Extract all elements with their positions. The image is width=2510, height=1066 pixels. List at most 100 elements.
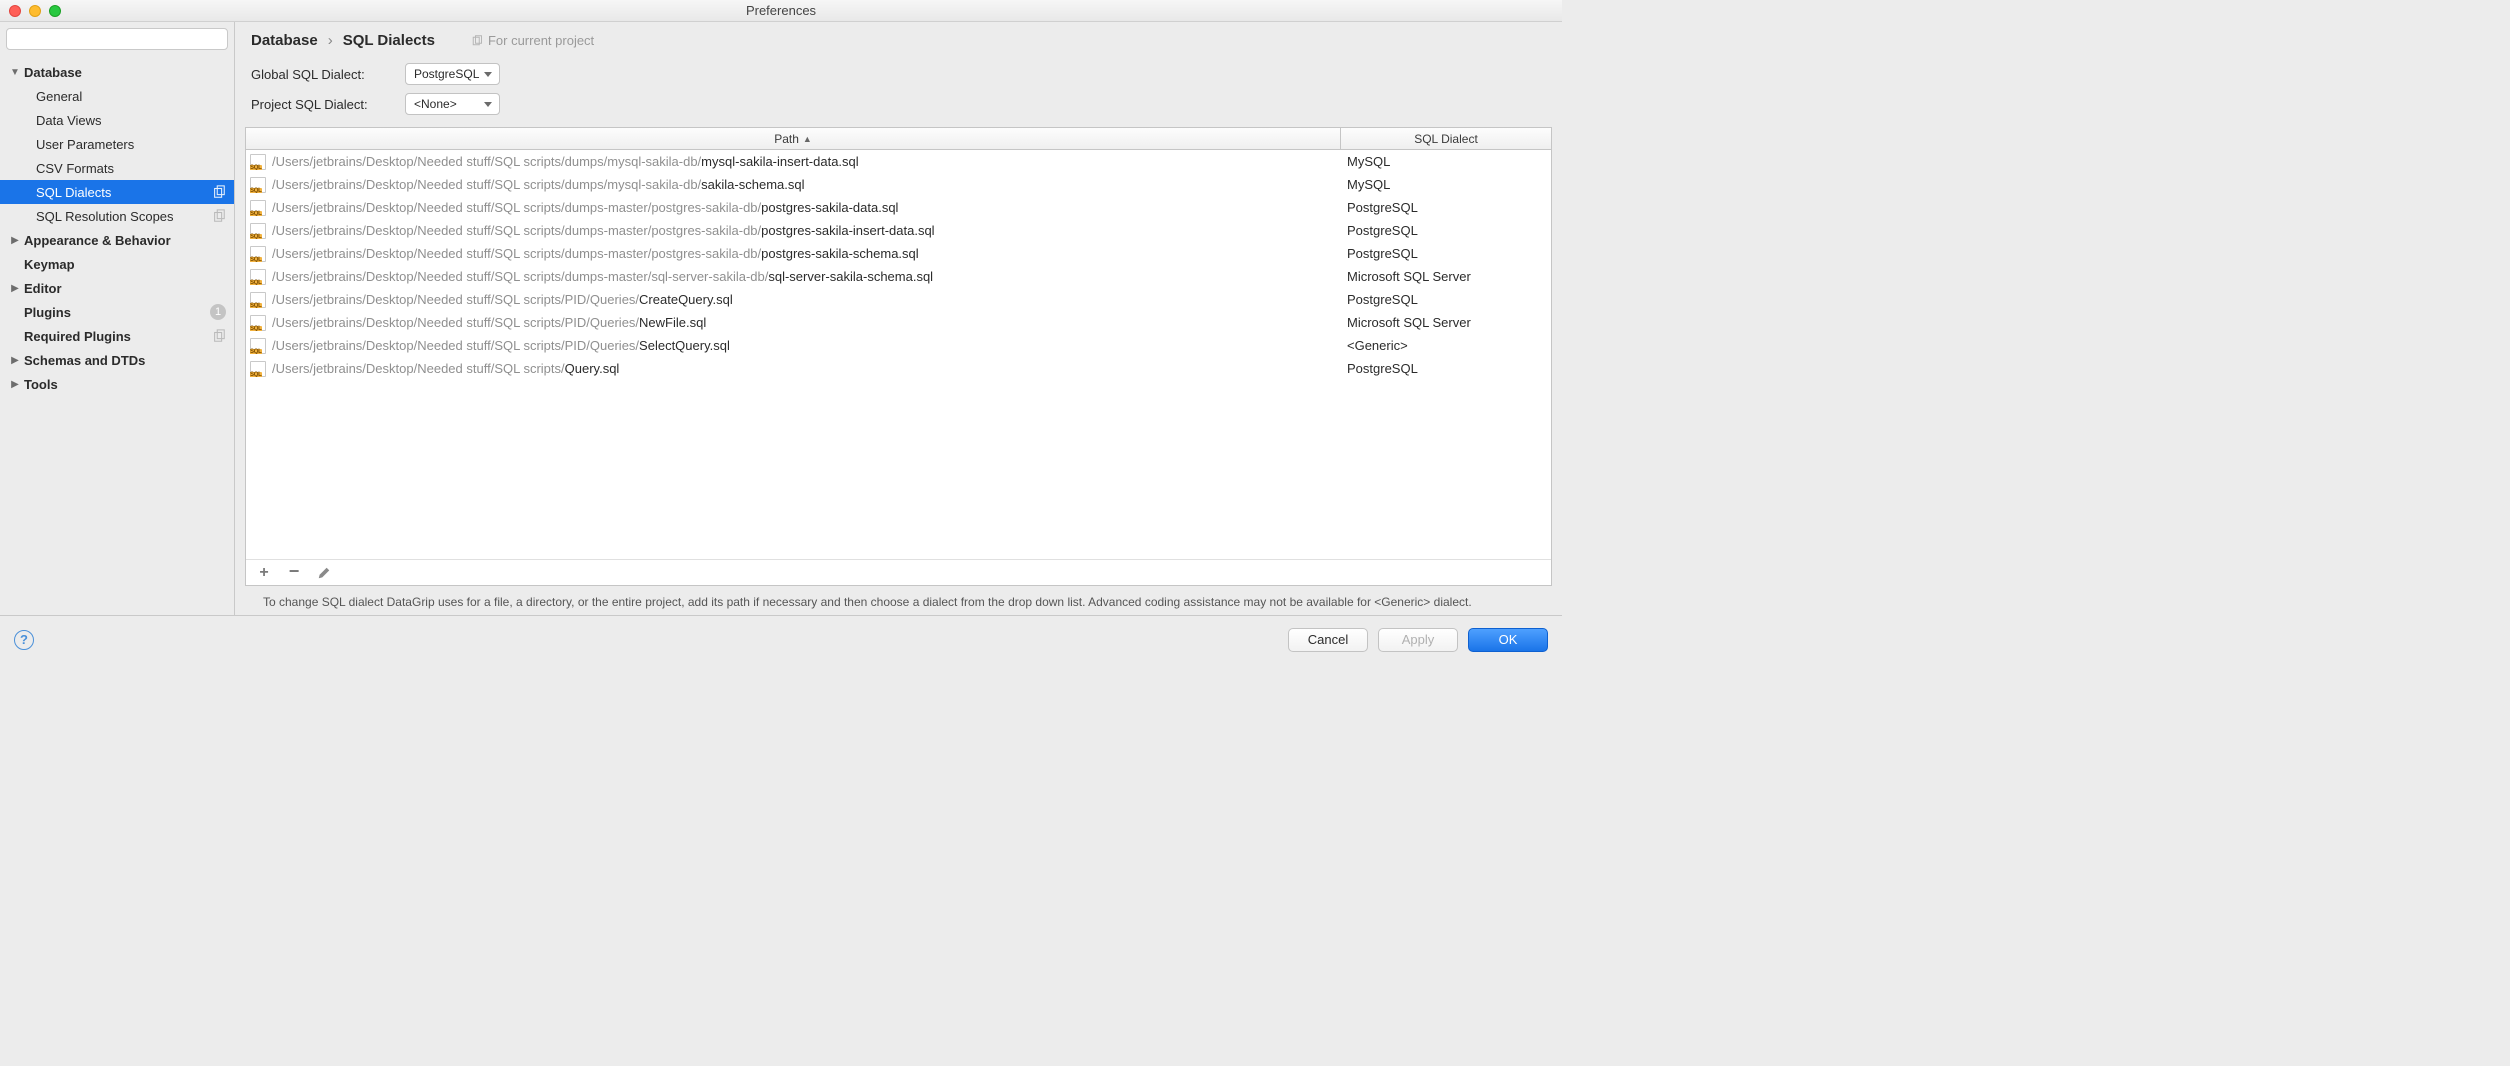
tree-group[interactable]: Plugins1 bbox=[0, 300, 234, 324]
cancel-button[interactable]: Cancel bbox=[1288, 628, 1368, 652]
table-row[interactable]: /Users/jetbrains/Desktop/Needed stuff/SQ… bbox=[246, 357, 1551, 380]
dialect-cell[interactable]: MySQL bbox=[1341, 154, 1551, 169]
pencil-icon bbox=[317, 566, 331, 580]
sql-file-icon bbox=[250, 315, 266, 331]
dialect-cell[interactable]: Microsoft SQL Server bbox=[1341, 315, 1551, 330]
project-dialect-row: Project SQL Dialect: <None> bbox=[251, 89, 1546, 119]
path-file: sql-server-sakila-schema.sql bbox=[768, 269, 933, 284]
project-scope-icon bbox=[212, 185, 226, 199]
col-dialect-header[interactable]: SQL Dialect bbox=[1341, 128, 1551, 149]
col-path-header[interactable]: Path ▲ bbox=[246, 128, 1341, 149]
dialect-cell[interactable]: PostgreSQL bbox=[1341, 361, 1551, 376]
table-row[interactable]: /Users/jetbrains/Desktop/Needed stuff/SQ… bbox=[246, 219, 1551, 242]
table-row[interactable]: /Users/jetbrains/Desktop/Needed stuff/SQ… bbox=[246, 173, 1551, 196]
table-row[interactable]: /Users/jetbrains/Desktop/Needed stuff/SQ… bbox=[246, 242, 1551, 265]
project-scope-icon bbox=[212, 209, 226, 223]
tree-group[interactable]: ▶ Editor bbox=[0, 276, 234, 300]
dialect-cell[interactable]: MySQL bbox=[1341, 177, 1551, 192]
sql-file-icon bbox=[250, 292, 266, 308]
ok-button[interactable]: OK bbox=[1468, 628, 1548, 652]
tree-group-label: Appearance & Behavior bbox=[24, 233, 226, 248]
remove-button[interactable]: − bbox=[286, 563, 302, 579]
window-title: Preferences bbox=[0, 3, 1562, 18]
tree-group[interactable]: ▼Database bbox=[0, 60, 234, 84]
path-cell: /Users/jetbrains/Desktop/Needed stuff/SQ… bbox=[250, 200, 1341, 216]
sql-file-icon bbox=[250, 269, 266, 285]
path-cell: /Users/jetbrains/Desktop/Needed stuff/SQ… bbox=[250, 315, 1341, 331]
zoom-window-button[interactable] bbox=[49, 5, 61, 17]
tree-group[interactable]: ▶Schemas and DTDs bbox=[0, 348, 234, 372]
dialect-cell[interactable]: PostgreSQL bbox=[1341, 246, 1551, 261]
tree-item[interactable]: SQL Resolution Scopes bbox=[0, 204, 234, 228]
tree-item[interactable]: SQL Dialects bbox=[0, 180, 234, 204]
path-dir: /Users/jetbrains/Desktop/Needed stuff/SQ… bbox=[272, 223, 761, 238]
breadcrumb-root[interactable]: Database bbox=[251, 32, 318, 49]
path-dir: /Users/jetbrains/Desktop/Needed stuff/SQ… bbox=[272, 246, 761, 261]
global-dialect-combo[interactable]: PostgreSQL bbox=[405, 63, 500, 85]
scope-indicator: For current project bbox=[471, 33, 594, 48]
dialect-cell[interactable]: Microsoft SQL Server bbox=[1341, 269, 1551, 284]
project-scope-icon bbox=[212, 329, 226, 343]
apply-button[interactable]: Apply bbox=[1378, 628, 1458, 652]
tree-group[interactable]: Keymap bbox=[0, 252, 234, 276]
path-file: postgres-sakila-schema.sql bbox=[761, 246, 919, 261]
sort-asc-icon: ▲ bbox=[803, 134, 812, 144]
path-file: CreateQuery.sql bbox=[639, 292, 733, 307]
table-header: Path ▲ SQL Dialect bbox=[246, 128, 1551, 150]
scope-label: For current project bbox=[488, 33, 594, 48]
dialect-cell[interactable]: PostgreSQL bbox=[1341, 200, 1551, 215]
minimize-window-button[interactable] bbox=[29, 5, 41, 17]
tree-group-label: Editor bbox=[24, 281, 226, 296]
window-controls bbox=[0, 5, 61, 17]
hint-text: To change SQL dialect DataGrip uses for … bbox=[235, 586, 1562, 615]
search-input[interactable] bbox=[6, 28, 228, 50]
sql-file-icon bbox=[250, 361, 266, 377]
add-button[interactable]: + bbox=[256, 565, 272, 581]
chevron-right-icon: ▶ bbox=[10, 235, 20, 246]
table-row[interactable]: /Users/jetbrains/Desktop/Needed stuff/SQ… bbox=[246, 311, 1551, 334]
tree-group-label: Database bbox=[24, 65, 226, 80]
tree-item[interactable]: Data Views bbox=[0, 108, 234, 132]
tree-group-label: Schemas and DTDs bbox=[24, 353, 226, 368]
tree-group[interactable]: ▶ Appearance & Behavior bbox=[0, 228, 234, 252]
sql-file-icon bbox=[250, 338, 266, 354]
path-dir: /Users/jetbrains/Desktop/Needed stuff/SQ… bbox=[272, 338, 639, 353]
help-button[interactable]: ? bbox=[14, 630, 34, 650]
tree-group-label: Keymap bbox=[24, 257, 226, 272]
table-toolbar: + − bbox=[246, 559, 1551, 585]
tree-item[interactable]: General bbox=[0, 84, 234, 108]
tree-item[interactable]: User Parameters bbox=[0, 132, 234, 156]
table-row[interactable]: /Users/jetbrains/Desktop/Needed stuff/SQ… bbox=[246, 334, 1551, 357]
path-file: postgres-sakila-data.sql bbox=[761, 200, 898, 215]
table-row[interactable]: /Users/jetbrains/Desktop/Needed stuff/SQ… bbox=[246, 150, 1551, 173]
path-dir: /Users/jetbrains/Desktop/Needed stuff/SQ… bbox=[272, 177, 701, 192]
path-dir: /Users/jetbrains/Desktop/Needed stuff/SQ… bbox=[272, 292, 639, 307]
tree-item-label: General bbox=[36, 89, 226, 104]
table-row[interactable]: /Users/jetbrains/Desktop/Needed stuff/SQ… bbox=[246, 265, 1551, 288]
table-row[interactable]: /Users/jetbrains/Desktop/Needed stuff/SQ… bbox=[246, 196, 1551, 219]
copy-icon bbox=[471, 35, 483, 47]
tree-group[interactable]: ▶Tools bbox=[0, 372, 234, 396]
dialect-cell[interactable]: <Generic> bbox=[1341, 338, 1551, 353]
table-row[interactable]: /Users/jetbrains/Desktop/Needed stuff/SQ… bbox=[246, 288, 1551, 311]
sql-file-icon bbox=[250, 223, 266, 239]
path-dir: /Users/jetbrains/Desktop/Needed stuff/SQ… bbox=[272, 154, 701, 169]
dialect-cell[interactable]: PostgreSQL bbox=[1341, 292, 1551, 307]
count-badge: 1 bbox=[210, 304, 226, 320]
tree-item[interactable]: CSV Formats bbox=[0, 156, 234, 180]
table-body: /Users/jetbrains/Desktop/Needed stuff/SQ… bbox=[246, 150, 1551, 559]
dialect-cell[interactable]: PostgreSQL bbox=[1341, 223, 1551, 238]
titlebar: Preferences bbox=[0, 0, 1562, 22]
close-window-button[interactable] bbox=[9, 5, 21, 17]
chevron-right-icon: ▶ bbox=[10, 283, 20, 294]
project-dialect-combo[interactable]: <None> bbox=[405, 93, 500, 115]
path-file: mysql-sakila-insert-data.sql bbox=[701, 154, 859, 169]
preferences-tree: ▼Database General Data ViewsUser Parameter… bbox=[0, 56, 234, 615]
global-dialect-row: Global SQL Dialect: PostgreSQL bbox=[251, 59, 1546, 89]
tree-item-label: SQL Resolution Scopes bbox=[36, 209, 212, 224]
path-cell: /Users/jetbrains/Desktop/Needed stuff/SQ… bbox=[250, 292, 1341, 308]
path-dir: /Users/jetbrains/Desktop/Needed stuff/SQ… bbox=[272, 361, 565, 376]
edit-button[interactable] bbox=[316, 565, 332, 581]
breadcrumb-leaf: SQL Dialects bbox=[343, 32, 435, 49]
tree-group[interactable]: Required Plugins bbox=[0, 324, 234, 348]
